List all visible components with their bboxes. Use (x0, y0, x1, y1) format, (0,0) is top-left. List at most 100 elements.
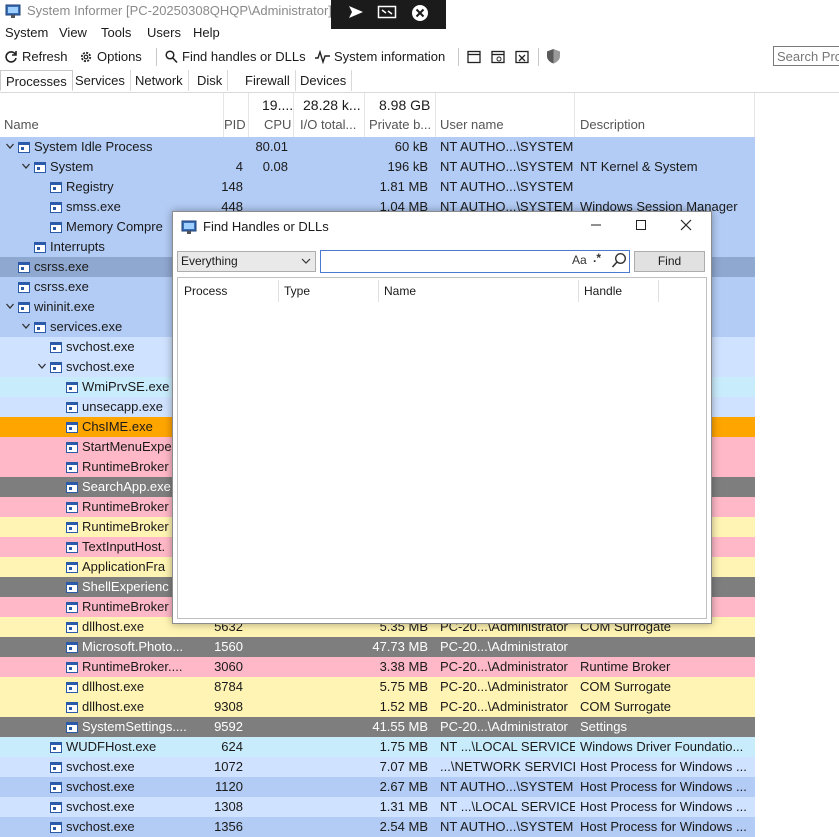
search-processes-input[interactable]: Search Pro (773, 46, 839, 66)
column-private-bytes[interactable]: Private b... (369, 117, 431, 132)
process-user: PC-20...\Administrator (440, 719, 568, 734)
process-pid: 1308 (214, 799, 243, 814)
process-icon (66, 522, 78, 533)
menu-system[interactable]: System (5, 25, 48, 40)
tab-bar: Processes Services Network Disk Firewall… (0, 70, 839, 93)
refresh-button[interactable]: Refresh (4, 47, 68, 67)
process-row[interactable]: System Idle Process 80.01 60 kB NT AUTHO...… (0, 137, 755, 157)
tab-devices[interactable]: Devices (295, 70, 353, 91)
process-row[interactable]: dllhost.exe 9308 1.52 MB PC-20...\Administr… (0, 697, 755, 717)
find-button[interactable]: Find (634, 251, 705, 272)
shield-icon[interactable] (546, 47, 565, 67)
process-name: RuntimeBroker (82, 519, 169, 534)
column-cpu[interactable]: CPU (264, 117, 291, 132)
column-separator (754, 93, 755, 137)
process-row[interactable]: System 4 0.08 196 kB NT AUTHO...\SYSTEM NT Ke… (0, 157, 755, 177)
process-icon (50, 362, 62, 373)
column-separator (293, 93, 294, 137)
results-table: Process Type Name Handle (177, 277, 707, 619)
tab-processes[interactable]: Processes (0, 70, 73, 91)
window-icon[interactable] (467, 47, 485, 67)
io-total: 28.28 k... (303, 97, 361, 113)
process-row[interactable]: Registry 148 1.81 MB NT AUTHO...\SYSTEM (0, 177, 755, 197)
process-row[interactable]: svchost.exe 1308 1.31 MB NT ...\LOCAL SERVI… (0, 797, 755, 817)
process-row[interactable]: dllhost.exe 8784 5.75 MB PC-20...\Administr… (0, 677, 755, 697)
process-row[interactable]: svchost.exe 1120 2.67 MB NT AUTHO...\SYSTEM… (0, 777, 755, 797)
process-row[interactable]: SystemSettings.... 9592 41.55 MB PC-20...\A… (0, 717, 755, 737)
expand-toggle-icon[interactable] (36, 359, 48, 377)
process-name: WmiPrvSE.exe (82, 379, 170, 394)
toolbar-separator (538, 48, 539, 66)
filter-type-select[interactable]: Everything (177, 251, 316, 272)
process-name: svchost.exe (66, 759, 135, 774)
menu-tools[interactable]: Tools (101, 25, 131, 40)
menu-users[interactable]: Users (147, 25, 181, 40)
match-case-toggle[interactable]: Aa (572, 253, 587, 267)
restore-icon[interactable] (376, 4, 398, 24)
menu-help[interactable]: Help (193, 25, 220, 40)
process-row[interactable]: RuntimeBroker.... 3060 3.38 MB PC-20...\Adm… (0, 657, 755, 677)
column-user-name[interactable]: User name (440, 117, 504, 132)
process-row[interactable]: Microsoft.Photo... 1560 47.73 MB PC-20...\A… (0, 637, 755, 657)
column-separator (574, 93, 575, 137)
column-pid[interactable]: PID (224, 117, 246, 132)
process-name: TextInputHost. (82, 539, 166, 554)
column-description[interactable]: Description (580, 117, 645, 132)
column-io-total[interactable]: I/O total... (300, 117, 356, 132)
process-pid: 3060 (214, 659, 243, 674)
search-icon[interactable] (611, 252, 627, 272)
results-column-type[interactable]: Type (284, 284, 310, 298)
find-handles-dialog: Find Handles or DLLs Everything Aa .* Fi… (172, 211, 712, 624)
process-name: RuntimeBroker.... (82, 659, 183, 674)
system-information-button[interactable]: System information (315, 47, 445, 67)
process-name: svchost.exe (66, 819, 135, 834)
process-pid: 8784 (214, 679, 243, 694)
process-private-bytes: 196 kB (387, 159, 428, 174)
process-private-bytes: 41.55 MB (372, 719, 428, 734)
tab-network[interactable]: Network (130, 70, 189, 91)
maximize-icon[interactable] (628, 216, 654, 238)
close-circle-icon[interactable] (409, 4, 431, 24)
close-window-icon[interactable] (515, 47, 533, 67)
minimize-icon[interactable] (583, 216, 609, 238)
menu-view[interactable]: View (59, 25, 87, 40)
tab-disk[interactable]: Disk (192, 70, 229, 91)
regex-toggle[interactable]: .* (593, 251, 601, 265)
results-column-handle[interactable]: Handle (584, 284, 622, 298)
column-name[interactable]: Name (4, 117, 39, 132)
process-description: Settings (580, 719, 627, 734)
close-icon[interactable] (673, 216, 699, 238)
process-pid: 1072 (214, 759, 243, 774)
process-user: PC-20...\Administrator (440, 699, 568, 714)
options-button[interactable]: Options (79, 47, 142, 67)
process-name: unsecapp.exe (82, 399, 163, 414)
dialog-app-icon (181, 220, 197, 234)
column-separator (435, 93, 436, 137)
results-column-name[interactable]: Name (384, 284, 416, 298)
expand-toggle-icon[interactable] (20, 319, 32, 337)
refresh-icon (5, 51, 17, 63)
process-icon (66, 642, 78, 653)
window-title: System Informer [PC-20250308QHQP\Adminis… (27, 3, 332, 18)
process-row[interactable]: WUDFHost.exe 624 1.75 MB NT ...\LOCAL SERVI… (0, 737, 755, 757)
process-pid: 624 (221, 739, 243, 754)
process-icon (66, 682, 78, 693)
expand-toggle-icon[interactable] (20, 159, 32, 177)
process-name: RuntimeBroker (82, 499, 169, 514)
menu-bar: System View Tools Users Help (0, 25, 839, 45)
send-icon[interactable] (345, 4, 367, 24)
results-column-process[interactable]: Process (184, 284, 227, 298)
find-handles-label: Find handles or DLLs (182, 49, 306, 64)
handle-filter-input[interactable]: Aa .* (320, 250, 630, 273)
process-name: wininit.exe (34, 299, 95, 314)
find-handles-button[interactable]: Find handles or DLLs (165, 47, 306, 67)
process-row[interactable]: svchost.exe 1072 7.07 MB ...\NETWORK SERVIC… (0, 757, 755, 777)
tab-services[interactable]: Services (70, 70, 131, 91)
process-private-bytes: 2.67 MB (379, 779, 428, 794)
tab-firewall[interactable]: Firewall (240, 70, 296, 91)
find-window-icon[interactable] (491, 47, 509, 67)
expand-toggle-icon[interactable] (4, 299, 16, 317)
expand-toggle-icon[interactable] (4, 139, 16, 157)
process-name: SystemSettings.... (82, 719, 187, 734)
process-row[interactable]: svchost.exe 1356 2.54 MB NT AUTHO...\SYSTEM… (0, 817, 755, 837)
